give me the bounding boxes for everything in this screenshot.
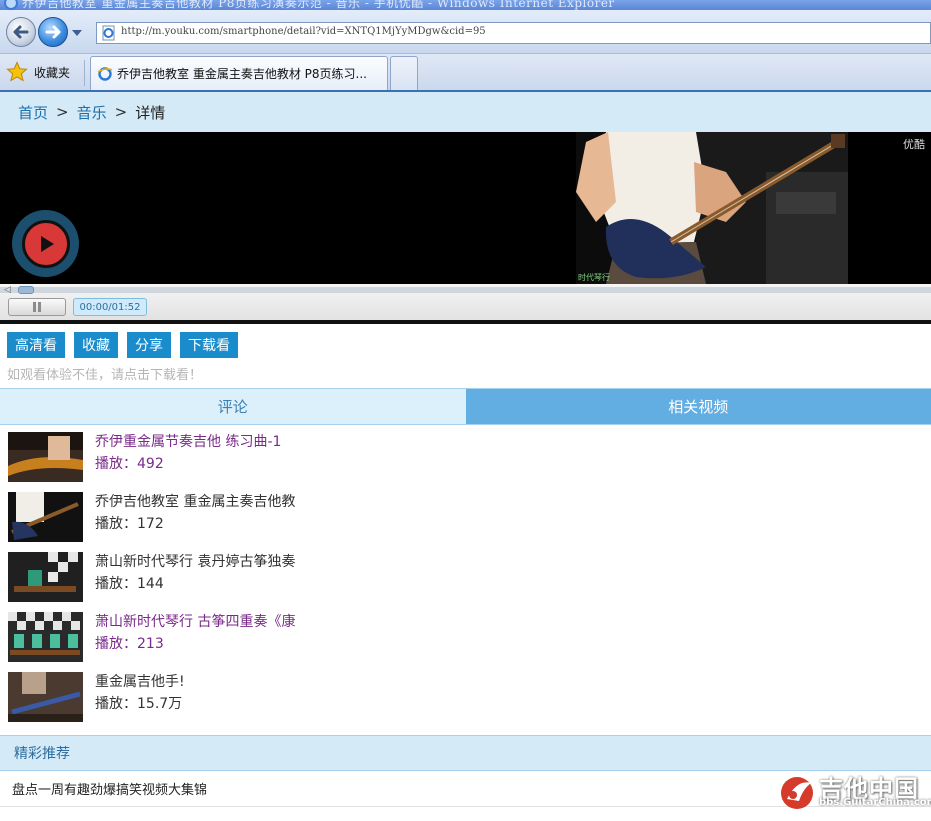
play-count: 播放：492 [95, 456, 164, 472]
video-preview-image [576, 132, 848, 284]
star-icon [6, 61, 28, 82]
breadcrumb-current: 详情 [135, 103, 166, 122]
divider [84, 60, 85, 86]
play-count: 播放：15.7万 [95, 696, 183, 712]
new-tab-button[interactable] [390, 56, 418, 90]
seek-handle[interactable] [18, 286, 34, 294]
ie-logo-icon [4, 0, 18, 10]
back-button[interactable] [6, 17, 36, 47]
play-count: 播放：144 [95, 576, 164, 592]
download-button[interactable]: 下载看 [180, 332, 238, 358]
video-thumbnail[interactable] [8, 492, 83, 542]
content-tabs: 评论 相关视频 [0, 388, 931, 425]
browser-tab-title: 乔伊吉他教室 重金属主奏吉他教材 P8页练习... [117, 67, 367, 81]
play-button[interactable] [12, 210, 79, 277]
favorites-label: 收藏夹 [34, 65, 71, 80]
pause-button[interactable] [8, 298, 66, 316]
related-video-list: 乔伊重金属节奏吉他 练习曲-1 播放：492 乔伊吉他教室 重金属主奏吉他教 播… [0, 425, 931, 731]
address-bar[interactable]: http://m.youku.com/smartphone/detail?vid… [96, 22, 931, 44]
list-item[interactable]: 乔伊重金属节奏吉他 练习曲-1 播放：492 [0, 431, 931, 491]
forward-button[interactable] [38, 17, 68, 47]
video-title[interactable]: 乔伊吉他教室 重金属主奏吉他教 [95, 491, 295, 513]
breadcrumb-home-link[interactable]: 首页 [18, 102, 48, 123]
tab-comments[interactable]: 评论 [0, 389, 466, 424]
list-item[interactable]: 乔伊吉他教室 重金属主奏吉他教 播放：172 [0, 491, 931, 551]
list-item[interactable]: 重金属吉他手! 播放：15.7万 [0, 671, 931, 731]
ie-page-icon [97, 66, 113, 81]
navigation-bar: http://m.youku.com/smartphone/detail?vid… [0, 10, 931, 54]
favorite-button[interactable]: 收藏 [74, 332, 118, 358]
recommend-heading: 精彩推荐 [0, 735, 931, 771]
address-url: http://m.youku.com/smartphone/detail?vid… [121, 26, 486, 37]
favorites-button[interactable]: 收藏夹 [6, 60, 70, 84]
time-display: 00:00/01:52 [73, 298, 147, 316]
page-icon [102, 25, 115, 41]
guitarchina-watermark: 吉他中国 bbs.GuitarChina.com [777, 769, 931, 813]
play-count: 播放：213 [95, 636, 164, 652]
window-titlebar: 乔伊吉他教室 重金属主奏吉他教材 P8页练习演奏示范 - 音乐 - 手机优酷 -… [0, 0, 931, 10]
list-item[interactable]: 萧山新时代琴行 古筝四重奏《康 播放：213 [0, 611, 931, 671]
video-watermark-caption: 时代琴行 [578, 273, 610, 282]
action-buttons: 高清看 收藏 分享 下载看 [0, 324, 931, 358]
hd-watch-button[interactable]: 高清看 [7, 332, 65, 358]
list-item[interactable]: 萧山新时代琴行 袁丹婷古筝独奏 播放：144 [0, 551, 931, 611]
window-title: 乔伊吉他教室 重金属主奏吉他教材 P8页练习演奏示范 - 音乐 - 手机优酷 -… [22, 0, 615, 10]
watermark-url: bbs.GuitarChina.com [819, 797, 931, 808]
share-button[interactable]: 分享 [127, 332, 171, 358]
breadcrumb-separator: > [114, 103, 128, 121]
video-thumbnail[interactable] [8, 432, 83, 482]
breadcrumb: 首页 > 音乐 > 详情 [0, 92, 931, 132]
web-page: 首页 > 音乐 > 详情 优酷 时代琴行 ◁ 00:00/01:52 高清看 收… [0, 92, 931, 821]
tab-related-videos[interactable]: 相关视频 [465, 389, 931, 424]
play-count: 播放：172 [95, 516, 164, 532]
video-player[interactable]: 优酷 时代琴行 [0, 132, 931, 284]
player-controls: ◁ 00:00/01:52 [0, 284, 931, 324]
guitarchina-logo-icon [781, 777, 813, 809]
pause-icon [33, 302, 41, 312]
seek-bar[interactable]: ◁ [0, 285, 931, 295]
back-arrow-icon [13, 25, 29, 39]
video-thumbnail[interactable] [8, 552, 83, 602]
video-title[interactable]: 乔伊重金属节奏吉他 练习曲-1 [95, 431, 281, 453]
breadcrumb-music-link[interactable]: 音乐 [77, 102, 107, 123]
video-title[interactable]: 萧山新时代琴行 袁丹婷古筝独奏 [95, 551, 295, 573]
browser-tab-active[interactable]: 乔伊吉他教室 重金属主奏吉他教材 P8页练习... [90, 56, 388, 90]
download-hint: 如观看体验不佳，请点击下载看！ [7, 368, 203, 383]
video-title[interactable]: 萧山新时代琴行 古筝四重奏《康 [95, 611, 295, 633]
video-title[interactable]: 重金属吉他手! [95, 671, 185, 693]
play-icon [21, 219, 70, 268]
tab-bar: 收藏夹 乔伊吉他教室 重金属主奏吉他教材 P8页练习... [0, 54, 931, 92]
youku-logo: 优酷 [903, 138, 925, 151]
video-thumbnail[interactable] [8, 672, 83, 722]
speaker-icon: ◁ [4, 285, 11, 295]
forward-arrow-icon [45, 25, 61, 39]
video-thumbnail[interactable] [8, 612, 83, 662]
history-dropdown-icon[interactable] [70, 26, 84, 40]
breadcrumb-separator: > [56, 103, 69, 121]
